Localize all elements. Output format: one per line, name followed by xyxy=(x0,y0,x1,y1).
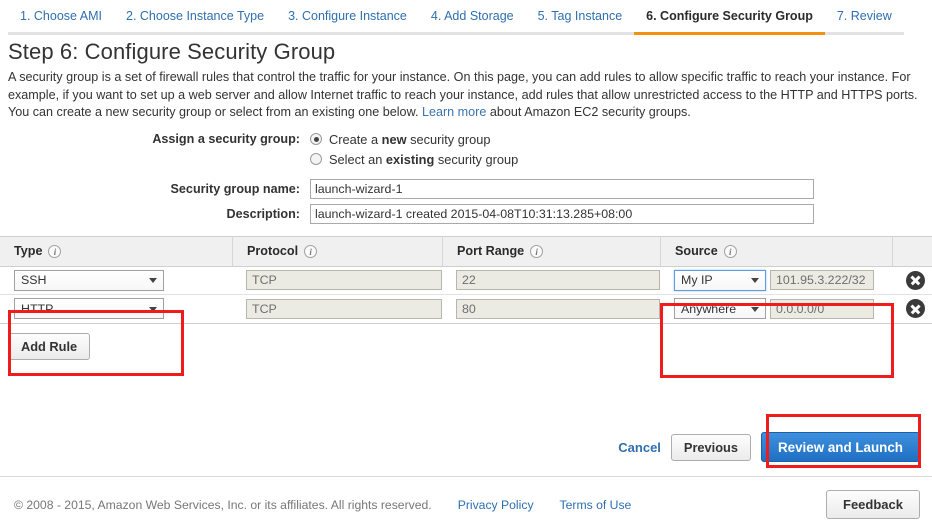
radio-option-select-existing[interactable]: Select an existing security group xyxy=(310,152,518,167)
delete-rule-icon-1[interactable] xyxy=(906,270,925,290)
description-text-part2: about Amazon EC2 security groups. xyxy=(489,105,691,119)
info-icon-protocol[interactable]: i xyxy=(304,244,318,258)
page-footer: © 2008 - 2015, Amazon Web Services, Inc.… xyxy=(0,476,932,532)
wizard-tab-2[interactable]: 2. Choose Instance Type xyxy=(114,6,277,35)
column-header-port-range: Port Range i xyxy=(442,236,660,266)
radio-existing-security-group-icon[interactable] xyxy=(310,153,322,165)
rule-delete-cell-2 xyxy=(892,295,932,323)
security-group-name-label: Security group name: xyxy=(170,181,300,196)
wizard-tab-5[interactable]: 5. Tag Instance xyxy=(525,6,635,35)
rule-port-value-2: 80 xyxy=(456,298,660,319)
rule-protocol-cell-1: TCP xyxy=(232,266,442,294)
rule-protocol-cell-2: TCP xyxy=(232,295,442,323)
column-header-source: Source i xyxy=(660,236,892,266)
delete-rule-icon-2[interactable] xyxy=(906,299,925,318)
wizard-tab-6-configure-security-group[interactable]: 6. Configure Security Group xyxy=(634,6,825,35)
chevron-down-icon xyxy=(751,306,759,312)
security-group-rules-table: Type i Protocol i Port Range i Source i … xyxy=(0,235,932,324)
cancel-button[interactable]: Cancel xyxy=(618,440,661,455)
wizard-action-bar: Cancel Previous Review and Launch xyxy=(618,432,920,462)
column-header-protocol: Protocol i xyxy=(232,236,442,266)
rule-source-cell-2: Anywhere 0.0.0.0/0 xyxy=(660,295,892,323)
radio-new-security-group-icon[interactable] xyxy=(310,133,322,145)
previous-button[interactable]: Previous xyxy=(670,433,751,461)
info-icon-port-range[interactable]: i xyxy=(530,244,544,258)
column-header-type: Type i xyxy=(0,236,232,266)
rule-type-value-2: HTTP xyxy=(21,301,54,316)
wizard-tab-1[interactable]: 1. Choose AMI xyxy=(8,6,114,35)
chevron-down-icon xyxy=(751,278,759,283)
radio-new-label: Create a new security group xyxy=(329,131,491,147)
rule-source-value-2: Anywhere xyxy=(681,301,737,316)
security-group-name-input[interactable] xyxy=(310,178,814,199)
rule-protocol-value-1: TCP xyxy=(246,270,442,290)
page-description: A security group is a set of firewall ru… xyxy=(8,69,924,122)
rules-table-header: Type i Protocol i Port Range i Source i xyxy=(0,236,932,267)
description-row: Description: xyxy=(8,203,924,224)
rule-cidr-value-2[interactable]: 0.0.0.0/0 xyxy=(770,298,874,319)
page-title: Step 6: Configure Security Group xyxy=(8,39,336,64)
rule-protocol-value-2: TCP xyxy=(246,298,442,319)
security-group-name-row: Security group name: xyxy=(8,178,924,199)
table-row: SSH TCP 22 My IP 101.95.3.222/32 xyxy=(0,267,932,295)
rule-type-dropdown-1[interactable]: SSH xyxy=(14,269,164,291)
rule-type-cell-2: HTTP xyxy=(0,295,232,323)
rule-source-dropdown-2[interactable]: Anywhere xyxy=(674,298,766,319)
description-label: Description: xyxy=(226,206,300,221)
chevron-down-icon xyxy=(149,278,157,283)
radio-option-create-new[interactable]: Create a new security group xyxy=(310,132,490,147)
column-header-delete xyxy=(892,236,932,266)
info-icon-source[interactable]: i xyxy=(723,244,737,258)
column-header-protocol-label: Protocol xyxy=(247,244,299,258)
column-header-type-label: Type xyxy=(14,244,43,258)
feedback-button[interactable]: Feedback xyxy=(826,490,920,519)
chevron-down-icon xyxy=(149,306,157,312)
wizard-step-tabs: 1. Choose AMI 2. Choose Instance Type 3.… xyxy=(0,0,932,35)
assign-security-group-label: Assign a security group: xyxy=(152,132,300,146)
table-row: HTTP TCP 80 Anywhere 0.0.0.0/0 xyxy=(0,295,932,323)
rule-port-cell-2: 80 xyxy=(442,295,660,323)
privacy-policy-link[interactable]: Privacy Policy xyxy=(458,498,534,512)
description-input[interactable] xyxy=(310,203,814,224)
terms-of-use-link[interactable]: Terms of Use xyxy=(560,498,632,512)
column-header-source-label: Source xyxy=(675,244,718,258)
info-icon-type[interactable]: i xyxy=(48,244,62,258)
rule-type-cell-1: SSH xyxy=(0,266,232,294)
rule-source-dropdown-1[interactable]: My IP xyxy=(674,269,766,291)
rule-port-value-1: 22 xyxy=(456,270,660,290)
ec2-launch-wizard-page: 1. Choose AMI 2. Choose Instance Type 3.… xyxy=(0,0,932,532)
copyright-text: © 2008 - 2015, Amazon Web Services, Inc.… xyxy=(14,497,432,512)
column-header-port-label: Port Range xyxy=(457,244,525,258)
rule-delete-cell-1 xyxy=(892,266,932,294)
rule-port-cell-1: 22 xyxy=(442,266,660,294)
rule-type-value-1: SSH xyxy=(21,273,47,287)
rule-source-value-1: My IP xyxy=(681,273,713,287)
wizard-tab-4[interactable]: 4. Add Storage xyxy=(418,6,526,35)
add-rule-button[interactable]: Add Rule xyxy=(8,332,91,360)
rule-source-cell-1: My IP 101.95.3.222/32 xyxy=(660,266,892,294)
wizard-tab-3[interactable]: 3. Configure Instance xyxy=(276,6,419,35)
radio-existing-label: Select an existing security group xyxy=(329,151,519,167)
rule-cidr-value-1[interactable]: 101.95.3.222/32 xyxy=(770,270,874,290)
wizard-tab-7[interactable]: 7. Review xyxy=(824,6,904,35)
assign-security-group-row-2: Select an existing security group xyxy=(8,152,924,167)
learn-more-link[interactable]: Learn more xyxy=(422,105,486,119)
rule-type-dropdown-2[interactable]: HTTP xyxy=(14,298,164,319)
assign-security-group-row: Assign a security group: Create a new se… xyxy=(8,132,924,147)
review-and-launch-button[interactable]: Review and Launch xyxy=(760,432,920,462)
